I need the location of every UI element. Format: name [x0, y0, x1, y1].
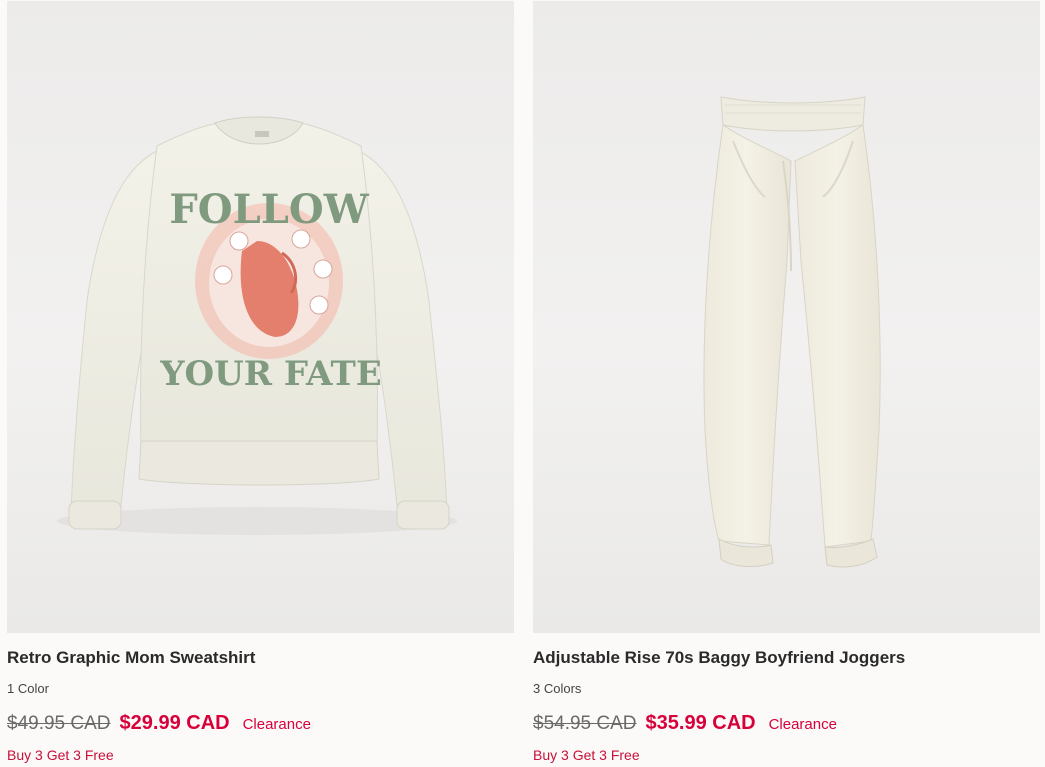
promo-link[interactable]: Buy 3 Get 3 Free: [533, 747, 640, 763]
sale-price: $29.99 CAD: [119, 712, 230, 734]
promo-link[interactable]: Buy 3 Get 3 Free: [7, 747, 114, 763]
product-grid: FOLLOW YOUR FATE Retro Graphic Mom Sweat…: [0, 0, 1045, 767]
joggers-illustration: [703, 96, 881, 568]
original-price: $54.95 CAD: [533, 713, 637, 734]
clearance-badge: Clearance: [242, 716, 311, 733]
sale-price: $35.99 CAD: [645, 712, 756, 734]
product-image-sweatshirt[interactable]: FOLLOW YOUR FATE: [7, 1, 514, 633]
svg-text:FOLLOW: FOLLOW: [169, 186, 369, 233]
price-row: $54.95 CAD $35.99 CAD Clearance: [533, 712, 837, 735]
product-title[interactable]: Retro Graphic Mom Sweatshirt: [7, 648, 255, 668]
clearance-badge: Clearance: [768, 716, 837, 733]
product-title[interactable]: Adjustable Rise 70s Baggy Boyfriend Jogg…: [533, 648, 905, 668]
svg-text:YOUR FATE: YOUR FATE: [159, 354, 382, 394]
product-card[interactable]: Adjustable Rise 70s Baggy Boyfriend Jogg…: [533, 0, 1040, 767]
product-image-joggers[interactable]: [533, 1, 1040, 633]
product-card[interactable]: FOLLOW YOUR FATE Retro Graphic Mom Sweat…: [7, 0, 514, 767]
color-count: 1 Color: [7, 681, 49, 696]
original-price: $49.95 CAD: [7, 713, 111, 734]
sweatshirt-illustration: FOLLOW YOUR FATE: [57, 116, 457, 535]
color-count: 3 Colors: [533, 681, 582, 696]
price-row: $49.95 CAD $29.99 CAD Clearance: [7, 712, 311, 735]
